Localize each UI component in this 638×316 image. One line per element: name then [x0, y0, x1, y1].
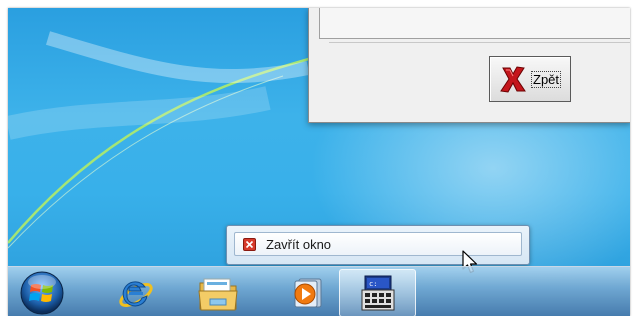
file-explorer-icon [198, 278, 238, 311]
taskbar: c: [8, 266, 630, 316]
desktop: Zpět Zavřít okno c: [8, 8, 630, 316]
taskbar-item-internet-explorer[interactable] [105, 269, 165, 316]
windows-start-icon [20, 271, 64, 315]
dialog-panel [319, 8, 630, 39]
red-x-icon [500, 66, 526, 93]
close-icon [243, 237, 256, 251]
dialog-window: Zpět [308, 8, 630, 123]
back-button[interactable]: Zpět [489, 56, 571, 102]
close-window-label: Zavřít okno [266, 236, 332, 252]
taskbar-item-file-explorer[interactable] [188, 269, 248, 316]
dialog-divider [329, 42, 630, 43]
internet-explorer-icon [119, 281, 153, 307]
svg-text:c:: c: [369, 280, 377, 288]
taskbar-item-console-app[interactable]: c: [339, 269, 416, 316]
media-player-icon [294, 278, 322, 308]
console-app-icon: c: [361, 275, 394, 311]
taskbar-item-media-player[interactable] [276, 269, 336, 316]
back-button-label: Zpět [530, 70, 562, 88]
start-button[interactable] [12, 269, 72, 316]
taskbar-jumplist: Zavřít okno [226, 225, 530, 265]
